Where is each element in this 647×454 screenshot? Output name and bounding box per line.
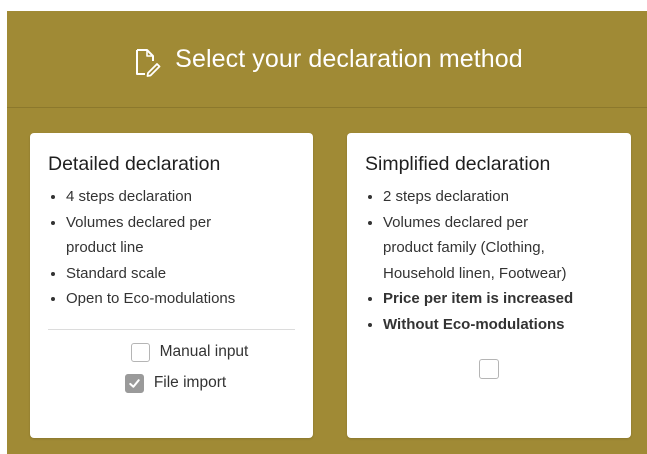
list-item: Volumes declared perproduct line [66, 210, 295, 261]
detailed-declaration-title: Detailed declaration [48, 153, 221, 175]
file-import-checkbox[interactable] [124, 373, 144, 393]
manual-input-option[interactable]: Manual input [84, 342, 295, 362]
list-item: 2 steps declaration [383, 184, 613, 210]
detailed-declaration-card[interactable]: Detailed declaration 4 steps declaration… [30, 133, 313, 438]
list-item: Price per item is increased [383, 286, 613, 312]
simplified-declaration-card[interactable]: Simplified declaration 2 steps declarati… [347, 133, 631, 438]
list-item: Without Eco-modulations [383, 312, 613, 338]
simplified-feature-list: 2 steps declaration Volumes declared per… [365, 184, 613, 337]
file-import-option[interactable]: File import [56, 373, 295, 393]
page-title: Select your declaration method [175, 44, 523, 73]
list-item: Volumes declared perproduct family (Clot… [383, 210, 613, 287]
manual-input-checkbox[interactable] [130, 342, 150, 362]
declaration-method-panel: Select your declaration method Detailed … [7, 11, 647, 454]
manual-input-label: Manual input [159, 343, 249, 360]
simplified-checkbox-row [365, 359, 613, 379]
list-item: Standard scale [66, 261, 295, 287]
divider [48, 328, 295, 330]
detailed-feature-list: 4 steps declaration Volumes declared per… [48, 184, 295, 312]
file-import-label: File import [153, 374, 227, 391]
document-edit-icon [131, 47, 161, 77]
simplified-declaration-checkbox[interactable] [479, 359, 499, 379]
list-item: 4 steps declaration [66, 184, 295, 210]
list-item: Open to Eco-modulations [66, 286, 295, 312]
simplified-declaration-title: Simplified declaration [365, 153, 551, 175]
checkmark-icon [129, 378, 140, 388]
panel-header: Select your declaration method [7, 11, 647, 108]
